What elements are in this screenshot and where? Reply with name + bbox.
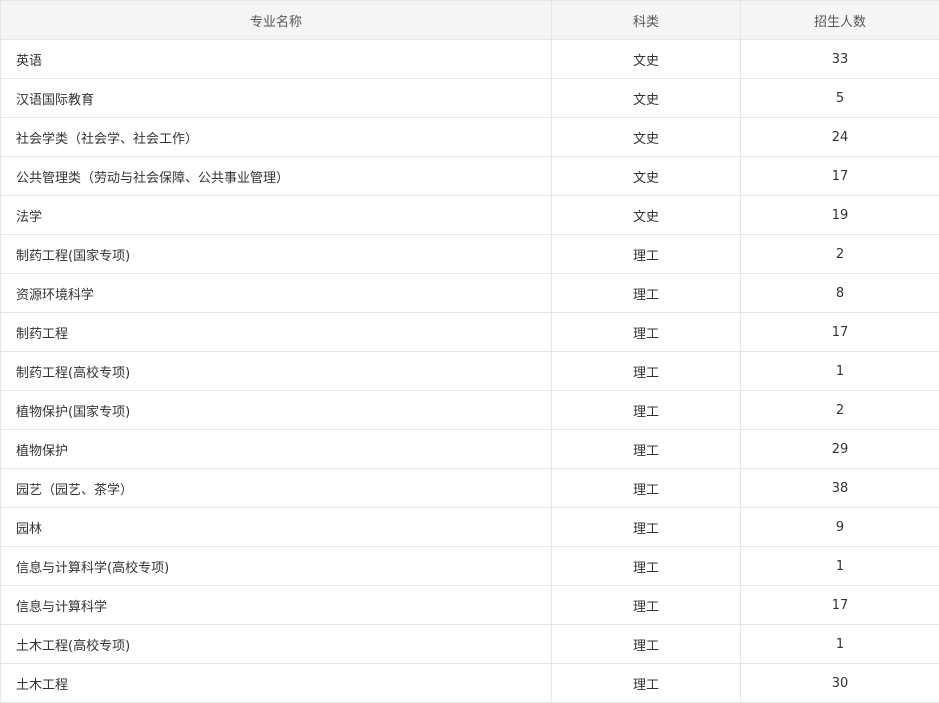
cell-major-name: 土木工程(高校专项) xyxy=(1,625,552,664)
cell-major-name: 信息与计算科学(高校专项) xyxy=(1,547,552,586)
header-category: 科类 xyxy=(552,1,741,40)
cell-category: 理工 xyxy=(552,391,741,430)
header-enrollment-count: 招生人数 xyxy=(741,1,939,40)
cell-major-name: 汉语国际教育 xyxy=(1,79,552,118)
table-row: 资源环境科学理工8 xyxy=(1,274,939,313)
cell-enrollment-count: 1 xyxy=(741,547,939,586)
table-row: 信息与计算科学理工17 xyxy=(1,586,939,625)
table-row: 植物保护理工29 xyxy=(1,430,939,469)
table-row: 土木工程理工30 xyxy=(1,664,939,703)
cell-enrollment-count: 19 xyxy=(741,196,939,235)
cell-enrollment-count: 2 xyxy=(741,391,939,430)
cell-category: 文史 xyxy=(552,79,741,118)
table-row: 园艺（园艺、茶学）理工38 xyxy=(1,469,939,508)
cell-major-name: 植物保护(国家专项) xyxy=(1,391,552,430)
cell-major-name: 资源环境科学 xyxy=(1,274,552,313)
cell-category: 理工 xyxy=(552,313,741,352)
cell-category: 文史 xyxy=(552,40,741,79)
cell-enrollment-count: 38 xyxy=(741,469,939,508)
cell-major-name: 土木工程 xyxy=(1,664,552,703)
cell-category: 理工 xyxy=(552,469,741,508)
table-row: 信息与计算科学(高校专项)理工1 xyxy=(1,547,939,586)
cell-category: 文史 xyxy=(552,157,741,196)
table-row: 法学文史19 xyxy=(1,196,939,235)
cell-enrollment-count: 1 xyxy=(741,352,939,391)
cell-enrollment-count: 33 xyxy=(741,40,939,79)
table-row: 汉语国际教育文史5 xyxy=(1,79,939,118)
cell-category: 理工 xyxy=(552,547,741,586)
table-row: 英语文史33 xyxy=(1,40,939,79)
cell-major-name: 信息与计算科学 xyxy=(1,586,552,625)
cell-category: 理工 xyxy=(552,235,741,274)
cell-category: 理工 xyxy=(552,664,741,703)
cell-enrollment-count: 29 xyxy=(741,430,939,469)
table-row: 园林理工9 xyxy=(1,508,939,547)
table-row: 制药工程理工17 xyxy=(1,313,939,352)
table-row: 制药工程(高校专项)理工1 xyxy=(1,352,939,391)
cell-major-name: 制药工程(国家专项) xyxy=(1,235,552,274)
table-body: 英语文史33汉语国际教育文史5社会学类（社会学、社会工作）文史24公共管理类（劳… xyxy=(1,40,939,703)
enrollment-table: 专业名称 科类 招生人数 英语文史33汉语国际教育文史5社会学类（社会学、社会工… xyxy=(0,0,939,703)
table-row: 公共管理类（劳动与社会保障、公共事业管理）文史17 xyxy=(1,157,939,196)
table-header: 专业名称 科类 招生人数 xyxy=(1,1,939,40)
cell-major-name: 法学 xyxy=(1,196,552,235)
table-row: 土木工程(高校专项)理工1 xyxy=(1,625,939,664)
cell-enrollment-count: 1 xyxy=(741,625,939,664)
cell-enrollment-count: 24 xyxy=(741,118,939,157)
table-row: 社会学类（社会学、社会工作）文史24 xyxy=(1,118,939,157)
cell-category: 理工 xyxy=(552,625,741,664)
cell-category: 文史 xyxy=(552,118,741,157)
cell-major-name: 公共管理类（劳动与社会保障、公共事业管理） xyxy=(1,157,552,196)
cell-major-name: 植物保护 xyxy=(1,430,552,469)
cell-category: 理工 xyxy=(552,586,741,625)
cell-category: 理工 xyxy=(552,508,741,547)
cell-category: 理工 xyxy=(552,430,741,469)
cell-major-name: 园艺（园艺、茶学） xyxy=(1,469,552,508)
table-row: 制药工程(国家专项)理工2 xyxy=(1,235,939,274)
cell-enrollment-count: 9 xyxy=(741,508,939,547)
cell-enrollment-count: 17 xyxy=(741,313,939,352)
cell-category: 理工 xyxy=(552,274,741,313)
cell-enrollment-count: 17 xyxy=(741,586,939,625)
cell-enrollment-count: 2 xyxy=(741,235,939,274)
cell-category: 文史 xyxy=(552,196,741,235)
cell-major-name: 英语 xyxy=(1,40,552,79)
cell-category: 理工 xyxy=(552,352,741,391)
table-row: 植物保护(国家专项)理工2 xyxy=(1,391,939,430)
cell-major-name: 制药工程 xyxy=(1,313,552,352)
cell-major-name: 制药工程(高校专项) xyxy=(1,352,552,391)
header-major-name: 专业名称 xyxy=(1,1,552,40)
cell-enrollment-count: 5 xyxy=(741,79,939,118)
cell-major-name: 园林 xyxy=(1,508,552,547)
cell-enrollment-count: 30 xyxy=(741,664,939,703)
cell-major-name: 社会学类（社会学、社会工作） xyxy=(1,118,552,157)
header-row: 专业名称 科类 招生人数 xyxy=(1,1,939,40)
cell-enrollment-count: 8 xyxy=(741,274,939,313)
cell-enrollment-count: 17 xyxy=(741,157,939,196)
